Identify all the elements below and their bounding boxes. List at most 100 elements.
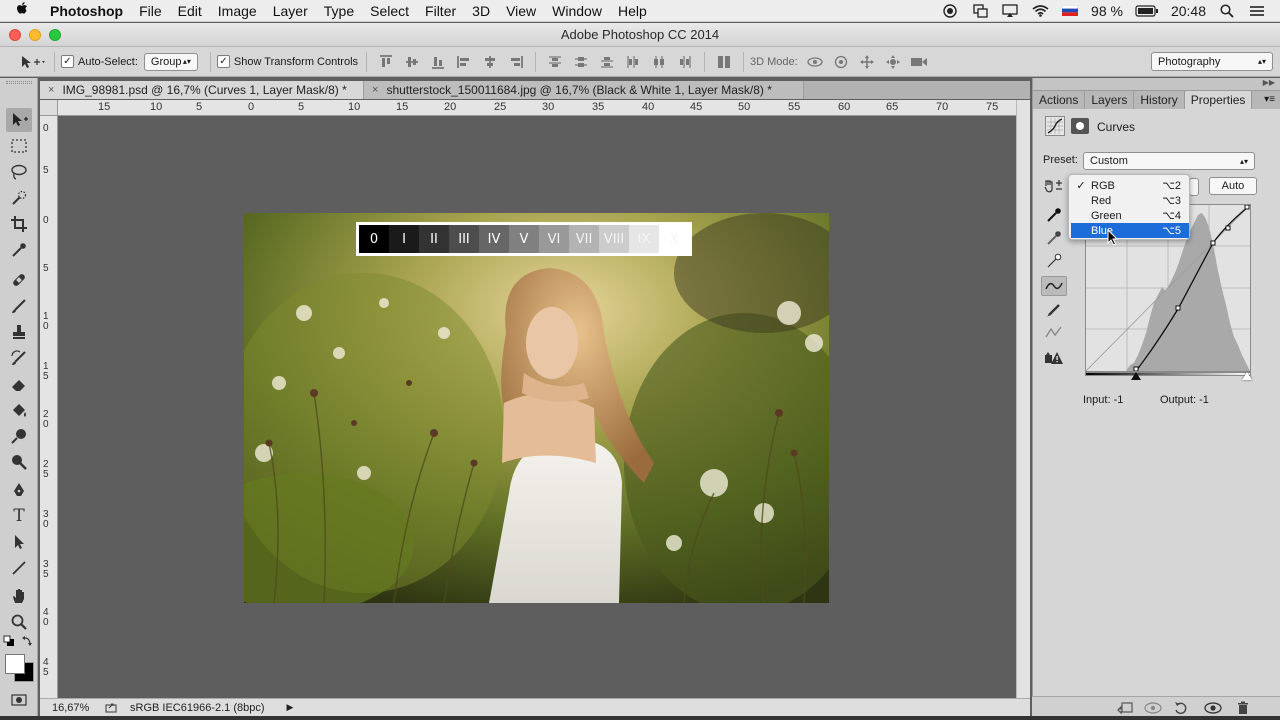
channel-option-green[interactable]: Green ⌥4 bbox=[1071, 208, 1189, 223]
healing-brush-tool-icon[interactable] bbox=[6, 268, 32, 292]
close-window-button[interactable] bbox=[9, 29, 21, 41]
zoom-level[interactable]: 16,67% bbox=[40, 702, 98, 714]
close-tab-icon[interactable]: × bbox=[372, 84, 378, 96]
auto-select-checkbox[interactable]: ✓ bbox=[61, 55, 74, 68]
zoom-tool-icon[interactable] bbox=[6, 610, 32, 634]
document-canvas[interactable] bbox=[58, 116, 1016, 698]
auto-select-dropdown[interactable]: Group ▴▾ bbox=[143, 52, 198, 71]
workspace-dropdown[interactable]: Photography ▴▾ bbox=[1151, 52, 1273, 71]
wifi-icon[interactable] bbox=[1031, 3, 1049, 19]
show-transform-checkbox[interactable]: ✓ bbox=[216, 55, 230, 68]
reset-adjustment-icon[interactable] bbox=[1172, 700, 1190, 716]
tab-properties[interactable]: Properties bbox=[1184, 91, 1253, 109]
distribute-right-icon[interactable] bbox=[672, 51, 698, 73]
white-point-eyedropper-icon[interactable] bbox=[1041, 251, 1067, 271]
move-tool-preset-icon[interactable] bbox=[18, 51, 48, 73]
airplay-icon[interactable] bbox=[1001, 3, 1019, 19]
record-icon[interactable] bbox=[941, 3, 959, 19]
distribute-hcenter-icon[interactable] bbox=[646, 51, 672, 73]
curve-point-mode-icon[interactable] bbox=[1041, 276, 1067, 296]
curves-adjustment-icon[interactable] bbox=[1045, 116, 1065, 136]
3d-roll-icon[interactable] bbox=[828, 51, 854, 73]
apple-icon[interactable] bbox=[0, 1, 44, 20]
menu-image[interactable]: Image bbox=[210, 3, 265, 19]
clone-stamp-tool-icon[interactable] bbox=[6, 320, 32, 344]
clip-to-layer-icon[interactable] bbox=[1116, 700, 1134, 716]
menu-window[interactable]: Window bbox=[544, 3, 610, 19]
foreground-color-swatch[interactable] bbox=[5, 654, 25, 674]
auto-button[interactable]: Auto bbox=[1209, 177, 1257, 195]
brush-tool-icon[interactable] bbox=[6, 294, 32, 318]
menu-filter[interactable]: Filter bbox=[417, 3, 464, 19]
3d-pan-icon[interactable] bbox=[854, 51, 880, 73]
screens-icon[interactable] bbox=[971, 3, 989, 19]
align-top-icon[interactable] bbox=[373, 51, 399, 73]
eraser-tool-icon[interactable] bbox=[6, 372, 32, 396]
black-point-eyedropper-icon[interactable] bbox=[1041, 205, 1067, 225]
distribute-bottom-icon[interactable] bbox=[594, 51, 620, 73]
align-bottom-icon[interactable] bbox=[425, 51, 451, 73]
lasso-tool-icon[interactable] bbox=[6, 160, 32, 184]
distribute-vcenter-icon[interactable] bbox=[568, 51, 594, 73]
spotlight-search-icon[interactable] bbox=[1218, 3, 1236, 19]
move-tool-icon[interactable] bbox=[6, 108, 32, 132]
hand-tool-icon[interactable] bbox=[6, 584, 32, 608]
on-image-adjust-icon[interactable] bbox=[1041, 176, 1067, 196]
ruler-origin[interactable] bbox=[40, 100, 58, 116]
pencil-draw-icon[interactable] bbox=[1041, 300, 1067, 320]
panel-header[interactable]: ▶▶ bbox=[1033, 78, 1280, 91]
close-tab-icon[interactable]: × bbox=[48, 84, 54, 96]
distribute-top-icon[interactable] bbox=[542, 51, 568, 73]
default-colors-icon[interactable] bbox=[2, 634, 16, 648]
align-vcenter-icon[interactable] bbox=[399, 51, 425, 73]
align-hcenter-icon[interactable] bbox=[477, 51, 503, 73]
vertical-ruler[interactable]: 0 5 0 5 10 15 20 25 30 35 40 45 bbox=[40, 116, 58, 698]
tab-actions[interactable]: Actions bbox=[1033, 91, 1086, 109]
type-tool-icon[interactable]: T bbox=[6, 504, 32, 528]
paint-bucket-tool-icon[interactable] bbox=[6, 398, 32, 422]
path-selection-tool-icon[interactable] bbox=[6, 530, 32, 554]
align-left-icon[interactable] bbox=[451, 51, 477, 73]
panel-grip[interactable] bbox=[6, 81, 32, 84]
menu-app[interactable]: Photoshop bbox=[44, 3, 131, 19]
notification-center-icon[interactable] bbox=[1248, 3, 1266, 19]
panel-menu-icon[interactable]: ▾≡ bbox=[1264, 91, 1275, 109]
menu-file[interactable]: File bbox=[131, 3, 170, 19]
auto-align-icon[interactable] bbox=[711, 51, 737, 73]
black-point-slider-icon[interactable] bbox=[1131, 372, 1141, 380]
share-icon[interactable] bbox=[98, 702, 124, 713]
layer-mask-icon[interactable] bbox=[1071, 118, 1089, 134]
zoom-lens-tool-icon[interactable] bbox=[6, 450, 32, 474]
view-previous-icon[interactable] bbox=[1144, 700, 1162, 716]
eyedropper-tool-icon[interactable] bbox=[6, 238, 32, 262]
status-menu-arrow-icon[interactable]: ▶ bbox=[287, 702, 294, 713]
toggle-visibility-icon[interactable] bbox=[1204, 700, 1222, 716]
photo-image[interactable] bbox=[244, 213, 829, 603]
align-right-icon[interactable] bbox=[503, 51, 529, 73]
menu-edit[interactable]: Edit bbox=[170, 3, 210, 19]
line-tool-icon[interactable] bbox=[6, 556, 32, 580]
pen-tool-icon[interactable] bbox=[6, 478, 32, 502]
clipping-warning-icon[interactable] bbox=[1041, 348, 1067, 368]
channel-dropdown-stub[interactable] bbox=[1189, 178, 1199, 196]
battery-icon[interactable] bbox=[1135, 3, 1159, 19]
3d-orbit-icon[interactable] bbox=[802, 51, 828, 73]
distribute-left-icon[interactable] bbox=[620, 51, 646, 73]
menu-help[interactable]: Help bbox=[610, 3, 655, 19]
gray-point-eyedropper-icon[interactable] bbox=[1041, 228, 1067, 248]
quick-mask-icon[interactable] bbox=[6, 688, 32, 712]
menu-type[interactable]: Type bbox=[316, 3, 362, 19]
horizontal-ruler[interactable]: 15 10 5 0 5 10 15 20 25 30 35 40 45 50 55 60 65 70 75 bbox=[58, 100, 1016, 116]
clock[interactable]: 20:48 bbox=[1171, 3, 1206, 19]
delete-adjustment-icon[interactable] bbox=[1234, 700, 1252, 716]
dodge-tool-icon[interactable] bbox=[6, 424, 32, 448]
swap-colors-icon[interactable] bbox=[20, 634, 34, 648]
menu-select[interactable]: Select bbox=[362, 3, 417, 19]
tab-layers[interactable]: Layers bbox=[1085, 91, 1135, 109]
crop-tool-icon[interactable] bbox=[6, 212, 32, 236]
marquee-tool-icon[interactable] bbox=[6, 134, 32, 158]
russian-flag-icon[interactable] bbox=[1061, 3, 1079, 19]
channel-option-blue[interactable]: Blue ⌥5 bbox=[1071, 223, 1189, 238]
3d-camera-icon[interactable] bbox=[906, 51, 932, 73]
3d-slide-icon[interactable] bbox=[880, 51, 906, 73]
